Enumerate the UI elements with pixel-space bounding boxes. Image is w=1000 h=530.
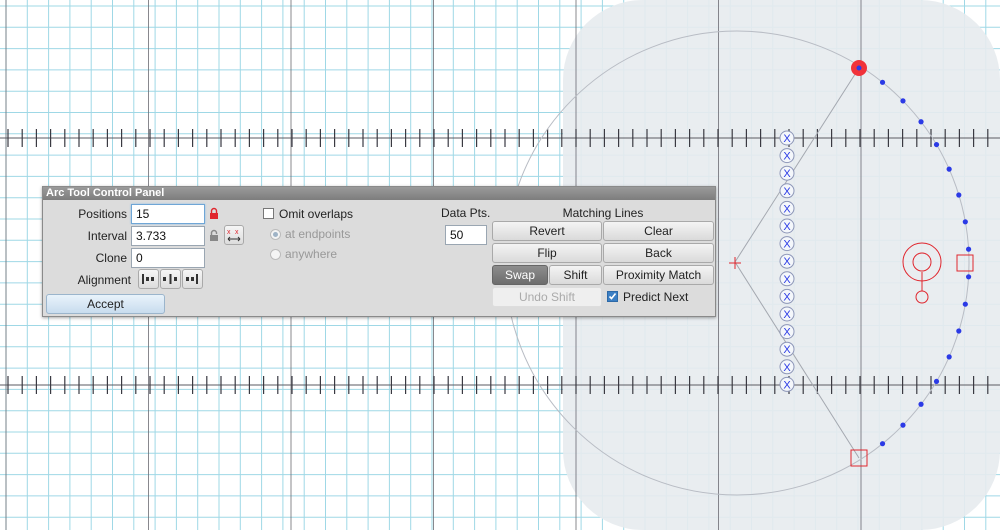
arc-data-point <box>918 401 924 407</box>
position-marker-label: X <box>783 379 791 391</box>
panel-title: Arc Tool Control Panel <box>43 187 715 200</box>
positions-label: Positions <box>78 207 127 221</box>
arc-tool-control-panel: Arc Tool Control Panel Positions Interva… <box>42 186 716 317</box>
arc-data-point <box>956 328 962 334</box>
proximity-match-button[interactable]: Proximity Match <box>603 265 714 285</box>
position-marker: X <box>779 341 795 357</box>
position-marker-label: X <box>783 274 791 286</box>
position-marker-label: X <box>783 186 791 198</box>
clear-button[interactable]: Clear <box>603 221 714 241</box>
arc-data-point <box>900 98 906 104</box>
align-right-button[interactable] <box>182 269 203 289</box>
data-pts-input[interactable] <box>445 225 487 245</box>
arc-data-point <box>879 441 886 447</box>
anywhere-label: anywhere <box>285 247 338 261</box>
position-marker-label: X <box>783 309 791 321</box>
shift-button[interactable]: Shift <box>549 265 602 285</box>
accept-button[interactable]: Accept <box>46 294 165 314</box>
arc-data-point <box>900 422 906 428</box>
arc-data-point <box>933 378 940 385</box>
arc-data-point <box>946 354 952 360</box>
lock-closed-icon[interactable] <box>209 207 219 220</box>
position-marker: X <box>779 306 795 322</box>
revert-button[interactable]: Revert <box>492 221 602 241</box>
arc-data-point <box>965 274 972 280</box>
position-marker-label: X <box>783 151 791 163</box>
position-marker: X <box>779 253 795 269</box>
lock-open-icon[interactable] <box>209 229 219 242</box>
at-endpoints-radio[interactable] <box>270 229 281 240</box>
predict-next-checkbox[interactable] <box>607 291 618 302</box>
position-marker: X <box>779 271 795 287</box>
position-marker: X <box>779 288 795 304</box>
position-markers: XXXXXXXXXXXXXXX <box>779 130 795 392</box>
svg-text:x: x <box>227 229 231 236</box>
flip-button[interactable]: Flip <box>492 243 602 263</box>
clone-label: Clone <box>95 251 127 265</box>
position-marker-label: X <box>783 327 791 339</box>
arc-start-point <box>856 65 862 71</box>
position-marker: X <box>779 183 795 199</box>
clone-input[interactable] <box>131 248 205 268</box>
position-marker: X <box>779 165 795 181</box>
omit-overlaps-checkbox[interactable] <box>263 208 274 219</box>
position-marker: X <box>779 359 795 375</box>
align-center-icon <box>163 274 177 284</box>
swap-button[interactable]: Swap <box>492 265 548 285</box>
arc-data-point <box>965 246 972 252</box>
position-marker: X <box>779 324 795 340</box>
checkmark-icon <box>608 293 617 300</box>
arc-data-point <box>962 219 968 225</box>
position-marker-label: X <box>783 203 791 215</box>
undo-shift-button[interactable]: Undo Shift <box>492 287 602 307</box>
position-marker-label: X <box>783 239 791 251</box>
predict-next-label: Predict Next <box>623 290 689 304</box>
arc-data-point <box>962 301 968 307</box>
position-marker-label: X <box>783 291 791 303</box>
data-pts-label: Data Pts. <box>441 206 491 220</box>
position-marker-label: X <box>783 133 791 145</box>
arc-data-point <box>956 192 962 198</box>
omit-overlaps-label: Omit overlaps <box>279 207 354 221</box>
position-marker: X <box>779 130 795 146</box>
svg-text:x: x <box>235 229 239 236</box>
position-marker: X <box>779 200 795 216</box>
position-marker: X <box>779 376 795 392</box>
position-marker: X <box>779 148 795 164</box>
positions-input[interactable] <box>131 204 205 224</box>
arc-data-point <box>946 166 952 172</box>
arc-data-point <box>933 141 940 148</box>
align-left-icon <box>142 274 154 284</box>
spread-icon: x x <box>227 229 241 242</box>
interval-input[interactable] <box>131 226 205 246</box>
position-marker-label: X <box>783 362 791 374</box>
back-button[interactable]: Back <box>603 243 714 263</box>
position-marker-label: X <box>783 256 791 268</box>
position-marker-label: X <box>783 168 791 180</box>
arc-data-point <box>879 79 886 85</box>
align-left-button[interactable] <box>138 269 159 289</box>
align-right-icon <box>186 274 198 284</box>
spread-button[interactable]: x x <box>224 225 244 245</box>
at-endpoints-label: at endpoints <box>285 227 351 241</box>
matching-lines-label: Matching Lines <box>562 206 644 220</box>
interval-label: Interval <box>87 229 127 243</box>
position-marker: X <box>779 236 795 252</box>
position-marker-label: X <box>783 221 791 233</box>
anywhere-radio[interactable] <box>270 249 281 260</box>
position-marker: X <box>779 218 795 234</box>
arc-data-point <box>918 119 924 125</box>
alignment-label: Alignment <box>77 273 131 287</box>
position-marker-label: X <box>783 344 791 356</box>
align-center-button[interactable] <box>160 269 181 289</box>
